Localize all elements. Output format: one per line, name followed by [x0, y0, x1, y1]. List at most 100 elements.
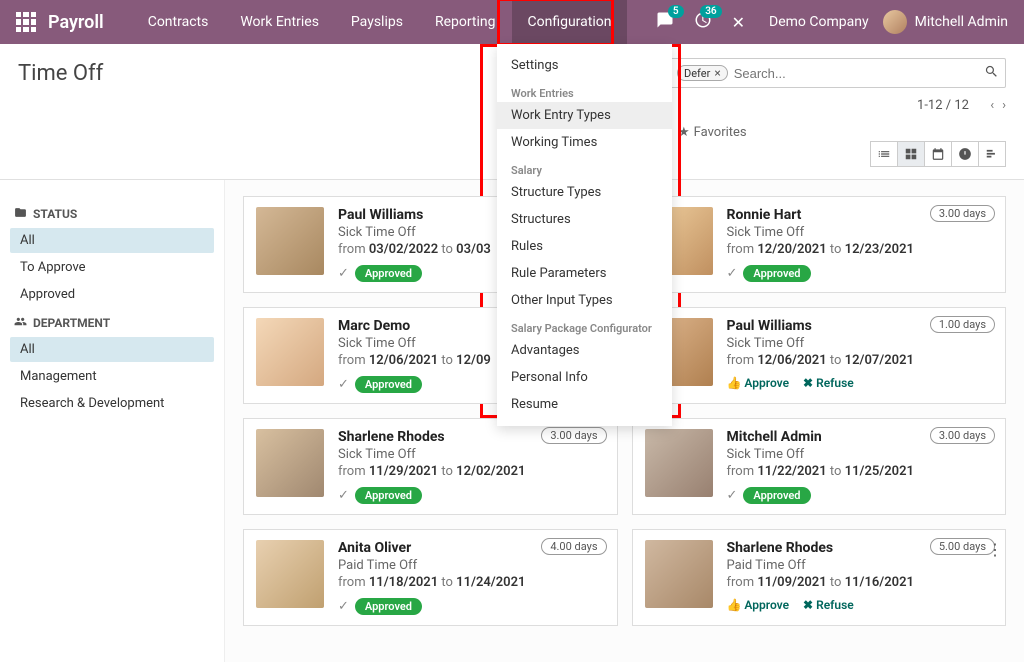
sidebar-dept-all[interactable]: All	[10, 337, 214, 362]
card-type: Paid Time Off	[338, 558, 605, 573]
status-badge: Approved	[355, 487, 422, 504]
user-menu[interactable]: Mitchell Admin	[883, 10, 1008, 34]
search-input[interactable]	[728, 66, 984, 81]
view-switcher	[871, 141, 1006, 167]
card-dates: from 11/22/2021 to 11/25/2021	[727, 464, 994, 479]
avatar	[645, 429, 713, 497]
sidebar-status-all[interactable]: All	[10, 228, 214, 253]
status-badge: Approved	[355, 265, 422, 282]
timeoff-card[interactable]: Anita OliverPaid Time Offfrom 11/18/2021…	[243, 529, 618, 626]
close-icon[interactable]: ✕	[732, 13, 745, 32]
user-avatar	[883, 10, 907, 34]
status-badge: Approved	[355, 376, 422, 393]
nav-work-entries[interactable]: Work Entries	[224, 0, 335, 44]
avatar	[256, 207, 324, 275]
check-icon: ✓	[338, 488, 349, 503]
check-icon: ✓	[338, 377, 349, 392]
status-badge: Approved	[743, 487, 810, 504]
kebab-icon[interactable]: ⋮	[983, 540, 1007, 559]
timeoff-card[interactable]: Sharlene RhodesPaid Time Offfrom 11/09/2…	[632, 529, 1007, 626]
sidebar-dept-head: DEPARTMENT	[14, 315, 214, 331]
activities-badge: 36	[700, 5, 721, 18]
dd-rules[interactable]: Rules	[497, 233, 672, 260]
company-selector[interactable]: Demo Company	[769, 14, 869, 30]
card-type: Sick Time Off	[338, 447, 605, 462]
card-dates: from 12/20/2021 to 12/23/2021	[727, 242, 994, 257]
nav-reporting[interactable]: Reporting	[419, 0, 512, 44]
sidebar: STATUS All To Approve Approved DEPARTMEN…	[0, 180, 225, 662]
timeoff-card[interactable]: Mitchell AdminSick Time Offfrom 11/22/20…	[632, 418, 1007, 515]
dd-head-salary-package: Salary Package Configurator	[497, 314, 672, 337]
dd-structures[interactable]: Structures	[497, 206, 672, 233]
timeoff-card[interactable]: Paul WilliamsSick Time Offfrom 12/06/202…	[632, 307, 1007, 404]
avatar	[256, 429, 324, 497]
check-icon: ✓	[338, 599, 349, 614]
check-icon: ✓	[338, 266, 349, 281]
check-icon: ✓	[727, 488, 738, 503]
avatar	[256, 540, 324, 608]
apps-icon[interactable]	[16, 12, 36, 32]
dd-advantages[interactable]: Advantages	[497, 337, 672, 364]
timeoff-card[interactable]: Sharlene RhodesSick Time Offfrom 11/29/2…	[243, 418, 618, 515]
check-icon: ✓	[727, 266, 738, 281]
dd-head-salary: Salary	[497, 156, 672, 179]
messaging-badge: 5	[668, 5, 684, 18]
messaging-icon[interactable]: 5	[656, 11, 674, 33]
pager-prev-icon[interactable]: ‹	[990, 98, 994, 113]
dd-working-times[interactable]: Working Times	[497, 129, 672, 156]
avatar	[645, 540, 713, 608]
pager-text: 1-12 / 12	[917, 98, 969, 113]
card-dates: from 11/18/2021 to 11/24/2021	[338, 575, 605, 590]
search-chip[interactable]: Defer ×	[677, 65, 728, 81]
card-type: Paid Time Off	[727, 558, 994, 573]
sidebar-dept-rnd[interactable]: Research & Development	[10, 391, 214, 416]
star-icon: ★	[678, 125, 690, 140]
activities-icon[interactable]: 36	[694, 11, 712, 33]
user-name: Mitchell Admin	[915, 14, 1008, 30]
chip-label: Defer	[684, 67, 710, 80]
people-icon	[14, 315, 27, 331]
nav-configuration[interactable]: Configuration	[512, 0, 628, 44]
days-badge: 3.00 days	[930, 205, 995, 222]
card-dates: from 12/06/2021 to 12/07/2021	[727, 353, 994, 368]
approve-button[interactable]: 👍 Approve	[727, 376, 790, 390]
view-kanban-icon[interactable]	[897, 141, 925, 167]
timeoff-card[interactable]: Ronnie HartSick Time Offfrom 12/20/2021 …	[632, 196, 1007, 293]
dd-rule-parameters[interactable]: Rule Parameters	[497, 260, 672, 287]
view-list-icon[interactable]	[870, 141, 898, 167]
sidebar-status-to-approve[interactable]: To Approve	[10, 255, 214, 280]
days-badge: 3.00 days	[930, 427, 995, 444]
view-gantt-icon[interactable]	[978, 141, 1006, 167]
favorites-label: Favorites	[694, 125, 747, 140]
topbar: Payroll Contracts Work Entries Payslips …	[0, 0, 1024, 44]
days-badge: 3.00 days	[541, 427, 606, 444]
search-bar[interactable]: Defer ×	[670, 58, 1006, 88]
card-type: Sick Time Off	[727, 336, 994, 351]
folder-icon	[14, 206, 27, 222]
dd-other-input-types[interactable]: Other Input Types	[497, 287, 672, 314]
chip-remove-icon[interactable]: ×	[714, 66, 720, 80]
view-activity-icon[interactable]	[951, 141, 979, 167]
nav-contracts[interactable]: Contracts	[132, 0, 225, 44]
dd-resume[interactable]: Resume	[497, 391, 672, 418]
dd-personal-info[interactable]: Personal Info	[497, 364, 672, 391]
refuse-button[interactable]: ✖ Refuse	[803, 376, 854, 390]
dd-settings[interactable]: Settings	[497, 52, 672, 79]
approve-button[interactable]: 👍 Approve	[727, 598, 790, 612]
dd-structure-types[interactable]: Structure Types	[497, 179, 672, 206]
dd-head-work-entries: Work Entries	[497, 79, 672, 102]
card-dates: from 11/09/2021 to 11/16/2021	[727, 575, 994, 590]
pager-next-icon[interactable]: ›	[1002, 98, 1006, 113]
card-type: Sick Time Off	[727, 225, 994, 240]
nav-payslips[interactable]: Payslips	[335, 0, 419, 44]
brand: Payroll	[48, 12, 104, 33]
refuse-button[interactable]: ✖ Refuse	[803, 598, 854, 612]
status-badge: Approved	[355, 598, 422, 615]
sidebar-status-approved[interactable]: Approved	[10, 282, 214, 307]
search-icon[interactable]	[984, 64, 999, 83]
dd-work-entry-types[interactable]: Work Entry Types	[497, 102, 672, 129]
sidebar-status-head: STATUS	[14, 206, 214, 222]
view-calendar-icon[interactable]	[924, 141, 952, 167]
sidebar-dept-management[interactable]: Management	[10, 364, 214, 389]
favorites-menu[interactable]: ★ Favorites	[678, 125, 747, 140]
